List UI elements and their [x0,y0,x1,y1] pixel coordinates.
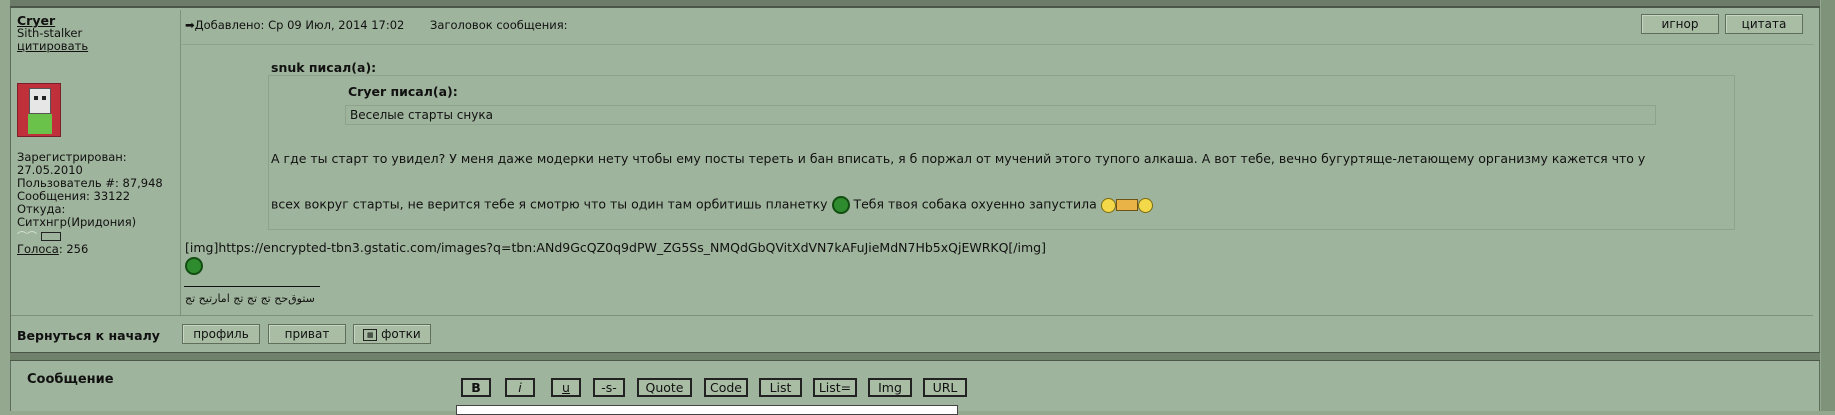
list-button[interactable]: List [759,378,802,397]
post-content: ➡Добавлено: Ср 09 Июл, 2014 17:02 Заголо… [182,10,1814,315]
ordered-list-button[interactable]: List= [813,378,857,397]
bold-button[interactable]: B [461,378,491,397]
avatar-eye [34,96,38,100]
signature-text: ﺳﺘﻮﻕﺣﺢ ﺗﺞ ﺗﺞ ﺗﺞ ﺍﻣﺎﺭﺗﻴﺢ ﺗﺞ [185,292,315,305]
photos-button[interactable]: ▦ фотки [353,324,431,344]
votes-link[interactable]: Голоса [17,242,59,256]
avatar [17,83,61,137]
underline-button[interactable]: u [551,378,581,397]
quote-author-outer: snuk писал(а): [271,60,377,75]
quote-inner-text: Веселые старты снука [345,105,1656,125]
img-bbcode-text: [img]https://encrypted-tbn3.gstatic.com/… [185,240,1046,255]
section-separator [10,352,1820,361]
smiley-icon [1137,197,1153,213]
flag-icon [40,232,61,241]
photos-icon: ▦ [363,328,378,341]
message-label: Сообщение [27,372,114,387]
post-subject-label: Заголовок сообщения: [430,18,568,32]
rank-icons: ⌒⌒ [17,230,174,243]
strike-button[interactable]: -s- [593,378,625,397]
smiley-icon [1100,197,1116,213]
post-arrow-icon[interactable]: ➡ [185,18,195,32]
quote-author-inner: Cryer писал(а): [348,84,458,99]
reply-text-line2b: Тебя твоя собака охуенно запустила [853,196,1097,212]
reply-text-line2: всех вокруг старты, не верится тебе я см… [271,196,1153,214]
url-tag-button[interactable]: URL [923,378,967,397]
location-value: Ситхнгр(Иридония) [17,215,137,229]
user-info-panel: Cryer Sith-stalker цитировать Зарегистри… [11,10,181,315]
signature-divider [184,286,320,287]
reply-text-line1: А где ты старт то увидел? У меня даже мо… [271,151,1646,166]
reply-text-line2a: всех вокруг старты, не верится тебе я см… [271,196,828,212]
private-message-button[interactable]: приват [268,324,346,344]
photos-button-label: фотки [381,327,421,341]
profile-button[interactable]: профиль [182,324,260,344]
beers-icon [1115,199,1138,211]
post-date: Добавлено: Ср 09 Июл, 2014 17:02 [194,18,405,32]
votes-value: : 256 [58,242,89,256]
avatar-head [29,88,51,114]
green-smiley-icon [831,196,850,214]
avatar-scarf [28,114,52,134]
back-to-top-link[interactable]: Вернуться к началу [17,328,160,343]
votes-row: Голоса: 256 [17,243,174,256]
ignore-button[interactable]: игнор [1641,14,1719,34]
quote-tag-button[interactable]: Quote [637,378,692,397]
quote-user-link[interactable]: цитировать [17,40,174,53]
header-separator [182,44,1814,45]
message-textarea[interactable] [456,405,958,415]
italic-button[interactable]: i [505,378,535,397]
avatar-eye [42,96,46,100]
green-smiley-icon [185,257,203,275]
post-header: ➡Добавлено: Ср 09 Июл, 2014 17:02 Заголо… [185,18,568,32]
right-border-strip [1821,0,1835,411]
img-tag-button[interactable]: Img [868,378,912,397]
top-bar [10,0,1820,8]
code-tag-button[interactable]: Code [704,378,748,397]
quote-button[interactable]: цитата [1725,14,1803,34]
post-footer: Вернуться к началу профиль приват ▦ фотк… [11,315,1813,349]
